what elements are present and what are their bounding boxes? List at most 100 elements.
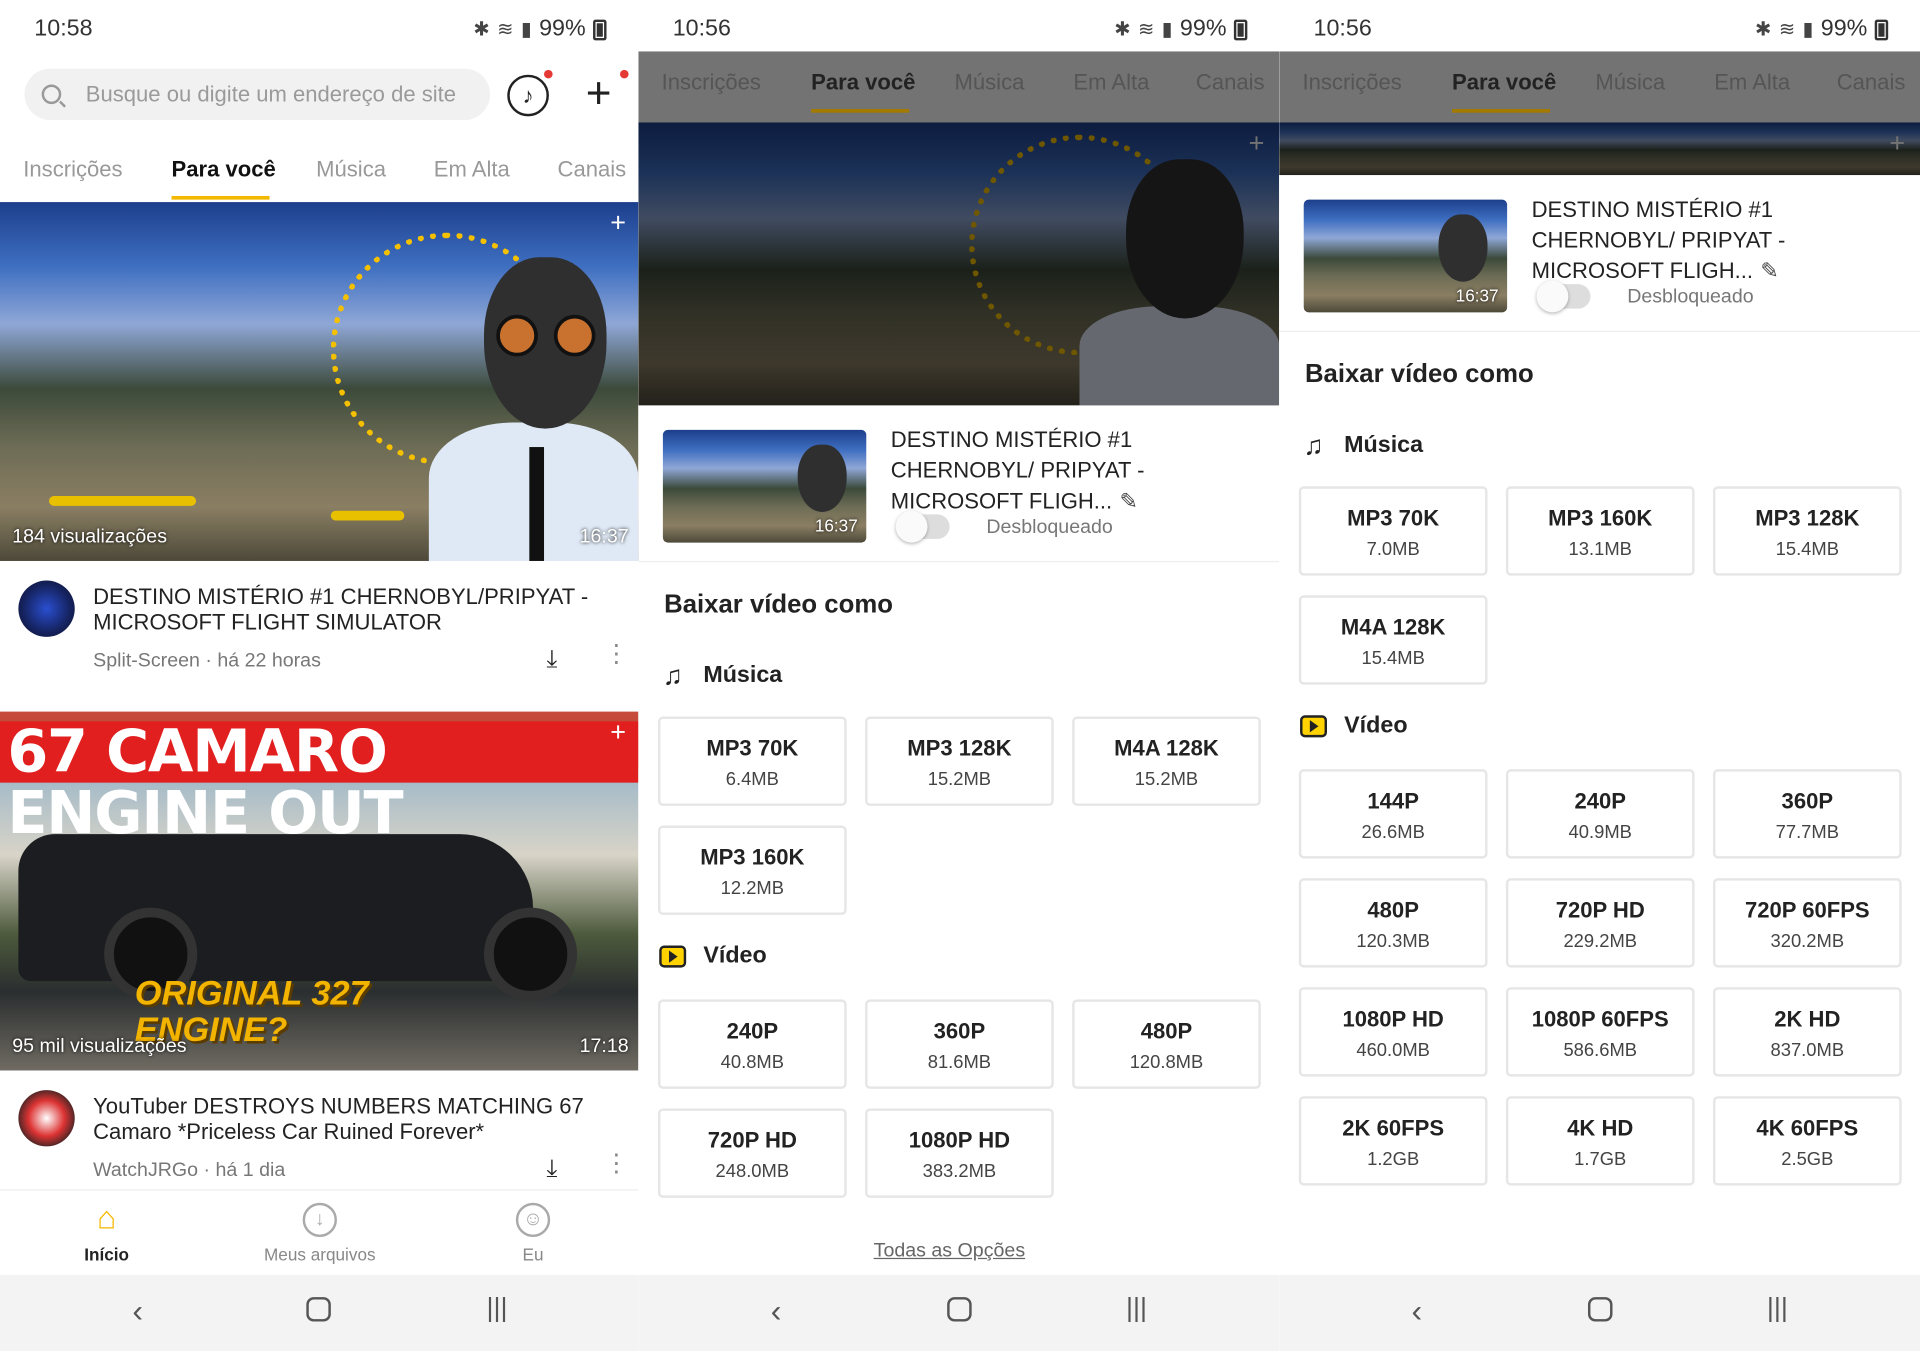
tab-para-voce[interactable]: Para você	[1452, 70, 1556, 96]
tab-musica[interactable]: Música	[316, 157, 386, 183]
bluetooth-icon: ✱	[473, 19, 490, 41]
home-button-icon[interactable]	[1587, 1297, 1613, 1322]
bluetooth-icon: ✱	[1755, 19, 1772, 41]
panel-download-sheet-compact: 10:56 ✱ ≋ ▮ 99% + Inscrições Para você M…	[638, 0, 1280, 1351]
video-title[interactable]: DESTINO MISTÉRIO #1 CHERNOBYL/PRIPYAT - …	[93, 584, 608, 635]
nav-meus-arquivos[interactable]: ↓ Meus arquivos	[252, 1202, 387, 1264]
signal-icon: ▮	[520, 19, 532, 41]
system-navigation-bar: ‹ |||	[638, 1275, 1280, 1351]
all-options-link[interactable]: Todas as Opções	[874, 1241, 1025, 1263]
smiley-icon: ☺	[515, 1202, 551, 1238]
unlock-toggle[interactable]	[1536, 280, 1591, 313]
format-option[interactable]: MP3 70K 7.0MB	[1298, 486, 1488, 576]
download-icon[interactable]: ⤓	[546, 1155, 557, 1183]
format-option[interactable]: 240P 40.8MB	[657, 999, 847, 1089]
format-option[interactable]: 1080P 60FPS 586.6MB	[1505, 987, 1695, 1077]
recents-icon[interactable]: |||	[1767, 1292, 1788, 1324]
tab-inscricoes[interactable]: Inscrições	[23, 157, 122, 183]
more-icon[interactable]: ⋮	[604, 1151, 629, 1175]
video-play-icon	[659, 945, 687, 968]
active-tab-indicator	[171, 195, 270, 200]
music-section-label: ♫ Música	[1300, 430, 1423, 462]
format-option[interactable]: 144P 26.6MB	[1298, 769, 1488, 859]
recents-icon[interactable]: |||	[1126, 1292, 1147, 1324]
home-button-icon[interactable]	[947, 1297, 972, 1322]
video-thumbnail[interactable]: 67 CAMARO ENGINE OUT ORIGINAL 327 ENGINE…	[0, 711, 639, 1071]
tab-canais[interactable]: Canais	[1837, 70, 1906, 96]
format-option[interactable]: MP3 160K 12.2MB	[657, 825, 847, 915]
more-icon[interactable]: ⋮	[604, 642, 629, 666]
tab-canais[interactable]: Canais	[558, 157, 627, 183]
search-input[interactable]: Busque ou digite um endereço de site	[24, 68, 491, 121]
format-option[interactable]: MP3 128K 15.4MB	[1712, 486, 1902, 576]
tab-para-voce[interactable]: Para você	[172, 157, 276, 183]
format-option[interactable]: 480P 120.3MB	[1298, 878, 1488, 968]
tab-musica[interactable]: Música	[1595, 70, 1665, 96]
back-icon[interactable]: ‹	[1412, 1292, 1423, 1330]
plane-image	[330, 510, 405, 521]
tab-em-alta[interactable]: Em Alta	[434, 157, 510, 183]
format-option[interactable]: 1080P HD 460.0MB	[1298, 987, 1488, 1077]
edit-pencil-icon[interactable]: ✎	[1760, 256, 1778, 287]
back-icon[interactable]: ‹	[132, 1292, 143, 1330]
tab-musica[interactable]: Música	[955, 70, 1025, 96]
tab-em-alta[interactable]: Em Alta	[1073, 70, 1149, 96]
tab-em-alta[interactable]: Em Alta	[1714, 70, 1790, 96]
download-sheet: 16:37 DESTINO MISTÉRIO #1 CHERNOBYL/ PRI…	[638, 405, 1280, 1276]
panel-download-sheet-expanded: 10:56 ✱ ≋ ▮ 99% + Inscrições Para você M…	[1279, 0, 1920, 1351]
channel-avatar[interactable]	[18, 580, 75, 637]
video-meta: WatchJRGo · há 1 dia	[93, 1159, 286, 1181]
notification-dot	[544, 69, 553, 79]
format-option[interactable]: 1080P HD 383.2MB	[865, 1108, 1054, 1198]
unlock-toggle[interactable]	[895, 510, 950, 543]
format-option[interactable]: 480P 120.8MB	[1072, 999, 1261, 1089]
video-title[interactable]: YouTuber DESTROYS NUMBERS MATCHING 67 Ca…	[93, 1094, 608, 1145]
home-button-icon[interactable]	[306, 1297, 331, 1322]
sheet-heading: Baixar vídeo como	[1304, 360, 1534, 389]
add-icon[interactable]: +	[610, 717, 626, 749]
status-time: 10:58	[34, 15, 93, 42]
edit-pencil-icon[interactable]: ✎	[1120, 486, 1138, 517]
format-option[interactable]: 720P HD 229.2MB	[1505, 878, 1695, 968]
format-option[interactable]: M4A 128K 15.2MB	[1072, 716, 1261, 806]
add-icon[interactable]: +	[610, 207, 626, 239]
plus-icon: +	[585, 67, 612, 118]
format-option[interactable]: MP3 160K 13.1MB	[1505, 486, 1695, 576]
format-option[interactable]: M4A 128K 15.4MB	[1298, 595, 1488, 685]
download-icon[interactable]: ⤓	[546, 645, 557, 673]
battery-percent: 99%	[539, 15, 586, 42]
tie-image	[529, 447, 545, 561]
download-circle-icon: ↓	[302, 1202, 337, 1238]
back-icon[interactable]: ‹	[771, 1292, 782, 1330]
sheet-heading: Baixar vídeo como	[664, 590, 893, 619]
format-option[interactable]: 240P 40.9MB	[1505, 769, 1695, 859]
format-option[interactable]: 360P 77.7MB	[1712, 769, 1902, 859]
nav-inicio[interactable]: ⌂ Início	[64, 1202, 150, 1264]
tab-canais[interactable]: Canais	[1196, 70, 1265, 96]
nav-eu[interactable]: ☺ Eu	[496, 1202, 570, 1264]
tab-para-voce[interactable]: Para você	[811, 70, 915, 96]
active-tab-indicator	[811, 109, 910, 113]
channel-avatar[interactable]	[18, 1090, 75, 1147]
format-option[interactable]: 720P 60FPS 320.2MB	[1712, 878, 1902, 968]
format-option[interactable]: 4K HD 1.7GB	[1505, 1096, 1695, 1186]
format-option[interactable]: 720P HD 248.0MB	[657, 1108, 847, 1198]
format-option[interactable]: 2K HD 837.0MB	[1712, 987, 1902, 1077]
format-option[interactable]: 360P 81.6MB	[865, 999, 1054, 1089]
video-duration: 16:37	[814, 515, 858, 536]
format-option[interactable]: MP3 128K 15.2MB	[865, 716, 1054, 806]
goggle-image	[553, 314, 596, 357]
tab-inscricoes[interactable]: Inscrições	[662, 70, 761, 96]
video-thumbnail[interactable]: + 184 visualizações 16:37	[0, 202, 639, 561]
video-duration: 17:18	[579, 1036, 629, 1058]
add-button[interactable]: +	[586, 70, 612, 115]
recents-icon[interactable]: |||	[486, 1292, 507, 1324]
music-section-label: ♫ Música	[659, 660, 783, 692]
format-option[interactable]: MP3 70K 6.4MB	[657, 716, 847, 806]
music-note-button[interactable]: ♪	[507, 74, 549, 117]
music-note-icon: ♫	[662, 660, 683, 691]
format-option[interactable]: 4K 60FPS 2.5GB	[1712, 1096, 1902, 1186]
tab-inscricoes[interactable]: Inscrições	[1302, 70, 1401, 96]
dim-overlay[interactable]	[638, 51, 1280, 406]
format-option[interactable]: 2K 60FPS 1.2GB	[1298, 1096, 1488, 1186]
